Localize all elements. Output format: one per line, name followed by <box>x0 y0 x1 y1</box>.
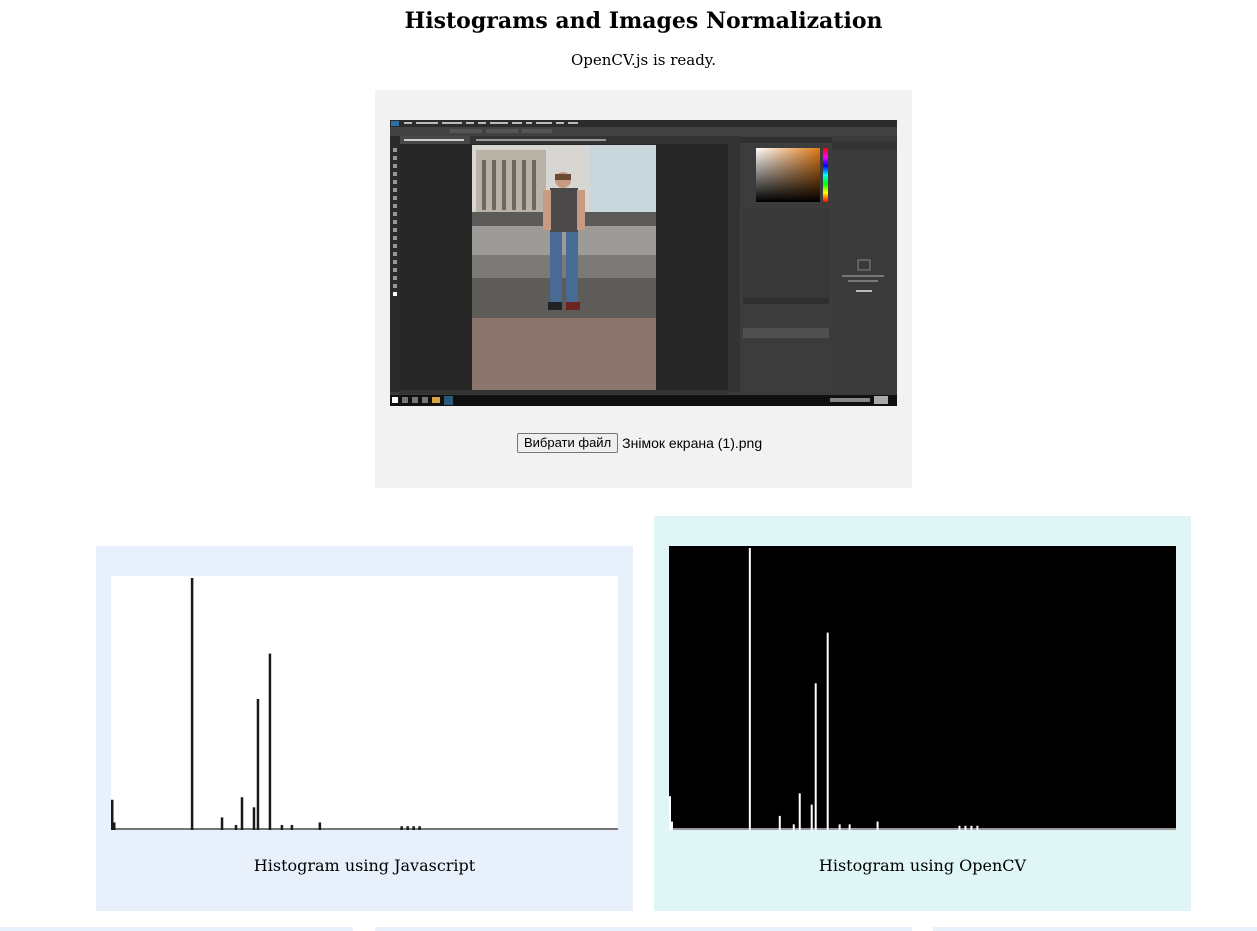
histogram-bar <box>418 826 421 830</box>
histogram-baseline <box>669 828 1176 830</box>
histogram-bar <box>252 807 256 830</box>
histogram-bar <box>112 822 116 830</box>
histogram-bar <box>190 578 194 830</box>
histogram-background <box>111 576 618 830</box>
histogram-bar <box>318 822 322 830</box>
js-histogram-canvas <box>111 576 618 830</box>
opencv-histogram-canvas <box>669 546 1176 830</box>
histogram-bar <box>792 824 795 830</box>
histogram-bar <box>958 825 961 830</box>
histogram-bar <box>838 824 841 830</box>
histogram-bar <box>970 825 973 830</box>
histogram-bar <box>976 825 979 830</box>
histogram-bar <box>240 797 244 830</box>
histogram-bar <box>290 824 294 830</box>
histogram-bar <box>826 632 829 830</box>
opencv-histogram-panel: Histogram using OpenCV <box>654 516 1191 911</box>
selected-file-name: Знімок екрана (1).png <box>622 435 763 451</box>
histogram-bar <box>810 804 813 830</box>
histogram-bar <box>748 548 751 830</box>
file-input: Вибрати файл Знімок екрана (1).png <box>517 433 762 453</box>
next-panel-right <box>933 927 1257 931</box>
histogram-bar <box>412 826 415 830</box>
input-image-preview <box>390 120 897 406</box>
input-image-panel: Вибрати файл Знімок екрана (1).png <box>375 90 912 488</box>
histogram-bar <box>406 826 409 830</box>
choose-file-button[interactable]: Вибрати файл <box>517 433 619 453</box>
js-histogram-panel: Histogram using Javascript <box>96 546 633 911</box>
histogram-bar <box>669 796 671 830</box>
histogram-bar <box>280 824 284 830</box>
histogram-bar <box>234 824 238 830</box>
histogram-background <box>669 546 1176 830</box>
histogram-bar <box>964 825 967 830</box>
histogram-bar <box>670 821 673 830</box>
histogram-bar <box>798 793 801 830</box>
histogram-bar <box>848 824 851 830</box>
opencv-histogram-caption: Histogram using OpenCV <box>818 856 1027 875</box>
histogram-baseline <box>111 828 618 830</box>
next-panel-center <box>375 927 912 931</box>
histogram-bar <box>268 653 272 830</box>
histogram-bar <box>256 698 260 830</box>
histogram-bar <box>876 821 879 830</box>
histogram-bar <box>778 815 781 830</box>
histogram-bar <box>814 683 817 830</box>
js-histogram-caption: Histogram using Javascript <box>253 856 476 875</box>
histogram-bar <box>400 826 403 830</box>
page-title: Histograms and Images Normalization <box>404 8 883 34</box>
histogram-bar <box>220 817 224 830</box>
next-panel-left <box>0 927 353 931</box>
opencv-status: OpenCV.js is ready. <box>570 51 717 69</box>
